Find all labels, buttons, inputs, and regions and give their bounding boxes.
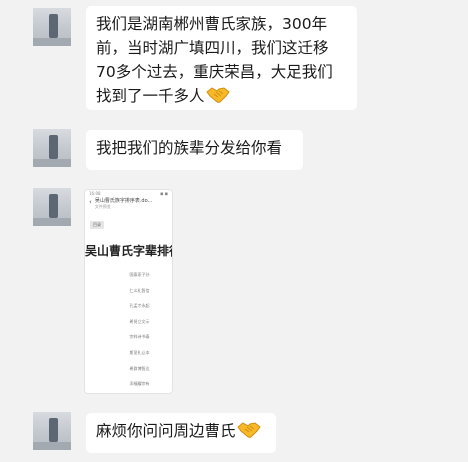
doc-statusbar: 16:08 ◼ ◼ (85, 190, 172, 198)
avatar-figure (49, 14, 58, 38)
doc-line: 希群博智达 (129, 365, 150, 371)
avatar[interactable] (33, 188, 71, 226)
document-image-message[interactable]: 16:08 ◼ ◼ ‹ 吴山曹氏族字排序表.do... 文件预览 目录 吴山曹氏… (84, 189, 173, 394)
doc-line: 宗祥诗书泰 (129, 334, 150, 340)
back-arrow-icon: ‹ (89, 198, 92, 206)
doc-lines: 国泰家子孙 仁义礼智信 孔孟才永起 希贤立文示 宗祥诗书泰 斯显礼让本 希群博智… (85, 267, 172, 392)
avatar-figure (49, 135, 58, 159)
handshake-emoji-icon (236, 422, 261, 438)
avatar[interactable] (33, 8, 71, 46)
doc-status-icons: ◼ ◼ (160, 191, 168, 196)
message-text: 麻烦你问问周边曹氏 (96, 422, 236, 440)
avatar-ground (33, 38, 71, 46)
message-bubble[interactable]: 我们是湖南郴州曹氏家族，300年 前，当时湖广填四川，我们这迁移 70多个过去，… (86, 6, 357, 110)
avatar[interactable] (33, 129, 71, 167)
avatar-figure (49, 194, 58, 218)
doc-line: 希贤立文示 (129, 318, 150, 324)
message-bubble[interactable]: 麻烦你问问周边曹氏 (86, 413, 276, 453)
doc-header: ‹ 吴山曹氏族字排序表.do... 文件预览 (85, 198, 172, 212)
doc-line: 仁义礼智信 (129, 287, 150, 293)
doc-tag: 目录 (90, 221, 104, 229)
avatar-ground (33, 218, 71, 226)
doc-status-time: 16:08 (89, 191, 101, 196)
doc-line: 国泰家子孙 (129, 272, 150, 277)
avatar-ground (33, 442, 71, 450)
doc-line: 孔孟才永起 (129, 303, 150, 309)
message-bubble[interactable]: 我把我们的族辈分发给你看 (86, 130, 303, 170)
doc-line: 斯显礼让本 (129, 349, 150, 355)
doc-subtitle: 文件预览 (94, 204, 111, 209)
doc-line: 添福耀宗有 (129, 381, 150, 387)
doc-heading: 吴山曹氏字辈排行 (85, 244, 173, 258)
handshake-emoji-icon (205, 87, 230, 103)
avatar-ground (33, 159, 71, 167)
message-text: 我把我们的族辈分发给你看 (96, 139, 283, 157)
avatar-figure (49, 418, 58, 442)
avatar[interactable] (33, 412, 71, 450)
